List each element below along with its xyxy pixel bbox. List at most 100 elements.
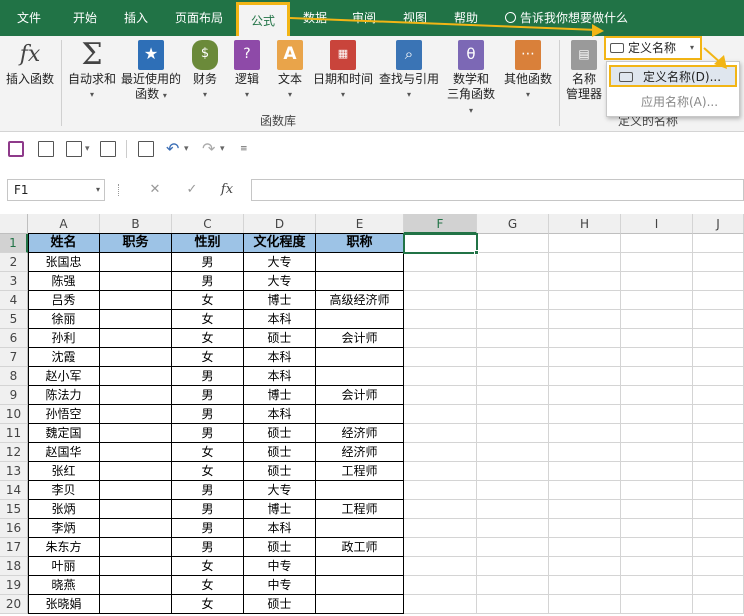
row-header[interactable]: 19 — [0, 576, 28, 595]
cell-e11[interactable]: 经济师 — [316, 424, 404, 443]
cell-j20[interactable] — [693, 595, 744, 614]
cell-j6[interactable] — [693, 329, 744, 348]
cell-d20[interactable]: 硕士 — [244, 595, 316, 614]
column-header-h[interactable]: H — [549, 214, 621, 234]
insert-function-button[interactable]: fx 插入函数 — [4, 40, 56, 87]
cell-e3[interactable] — [316, 272, 404, 291]
cell-b14[interactable] — [100, 481, 172, 500]
cell-j9[interactable] — [693, 386, 744, 405]
cell-i16[interactable] — [621, 519, 693, 538]
cell-c3[interactable]: 男 — [172, 272, 244, 291]
cell-e18[interactable] — [316, 557, 404, 576]
formula-input[interactable] — [251, 179, 744, 201]
cell-g8[interactable] — [477, 367, 549, 386]
cell-f6[interactable] — [404, 329, 477, 348]
cell-h20[interactable] — [549, 595, 621, 614]
cell-a1[interactable]: 姓名 — [28, 234, 100, 253]
cell-f17[interactable] — [404, 538, 477, 557]
cell-e7[interactable] — [316, 348, 404, 367]
cell-d9[interactable]: 博士 — [244, 386, 316, 405]
cell-h7[interactable] — [549, 348, 621, 367]
row-header[interactable]: 10 — [0, 405, 28, 424]
cell-i1[interactable] — [621, 234, 693, 253]
cell-f5[interactable] — [404, 310, 477, 329]
cell-d10[interactable]: 本科 — [244, 405, 316, 424]
autosum-button[interactable]: Σ 自动求和 ▾ — [66, 40, 118, 102]
cell-e19[interactable] — [316, 576, 404, 595]
cell-j1[interactable] — [693, 234, 744, 253]
cell-g15[interactable] — [477, 500, 549, 519]
cell-g6[interactable] — [477, 329, 549, 348]
cell-c2[interactable]: 男 — [172, 253, 244, 272]
cell-e13[interactable]: 工程师 — [316, 462, 404, 481]
row-header[interactable]: 15 — [0, 500, 28, 519]
cell-g19[interactable] — [477, 576, 549, 595]
cell-d3[interactable]: 大专 — [244, 272, 316, 291]
save-icon[interactable] — [8, 141, 24, 157]
cell-b18[interactable] — [100, 557, 172, 576]
cell-g9[interactable] — [477, 386, 549, 405]
cell-a12[interactable]: 赵国华 — [28, 443, 100, 462]
cell-a20[interactable]: 张晓娟 — [28, 595, 100, 614]
fx-icon[interactable]: fx — [216, 179, 238, 201]
clipboard-icon[interactable] — [100, 141, 116, 157]
chevron-down-icon[interactable]: ▾ — [220, 144, 236, 160]
cell-b5[interactable] — [100, 310, 172, 329]
cell-a19[interactable]: 晓燕 — [28, 576, 100, 595]
more-functions-button[interactable]: ⋯ 其他函数 ▾ — [502, 40, 554, 102]
row-header[interactable]: 9 — [0, 386, 28, 405]
cell-i14[interactable] — [621, 481, 693, 500]
cell-b12[interactable] — [100, 443, 172, 462]
cell-d13[interactable]: 硕士 — [244, 462, 316, 481]
cell-g18[interactable] — [477, 557, 549, 576]
cell-h1[interactable] — [549, 234, 621, 253]
cell-a4[interactable]: 吕秀 — [28, 291, 100, 310]
column-header-e[interactable]: E — [316, 214, 404, 234]
cell-c15[interactable]: 男 — [172, 500, 244, 519]
worksheet-grid[interactable]: A B C D E F G H I J 1 姓名 职务 性别 文化程度 职称 2 张国忠男大专… — [0, 214, 744, 616]
cell-b4[interactable] — [100, 291, 172, 310]
cell-a18[interactable]: 叶丽 — [28, 557, 100, 576]
cell-d19[interactable]: 中专 — [244, 576, 316, 595]
select-all-corner[interactable] — [0, 214, 28, 234]
cell-f10[interactable] — [404, 405, 477, 424]
cell-d15[interactable]: 博士 — [244, 500, 316, 519]
cell-c20[interactable]: 女 — [172, 595, 244, 614]
cell-f18[interactable] — [404, 557, 477, 576]
cell-i9[interactable] — [621, 386, 693, 405]
cell-j15[interactable] — [693, 500, 744, 519]
cell-a13[interactable]: 张红 — [28, 462, 100, 481]
cell-j18[interactable] — [693, 557, 744, 576]
cell-b9[interactable] — [100, 386, 172, 405]
cell-e1[interactable]: 职称 — [316, 234, 404, 253]
cell-h14[interactable] — [549, 481, 621, 500]
cell-a5[interactable]: 徐丽 — [28, 310, 100, 329]
cell-j14[interactable] — [693, 481, 744, 500]
column-header-d[interactable]: D — [244, 214, 316, 234]
cell-i6[interactable] — [621, 329, 693, 348]
row-header[interactable]: 17 — [0, 538, 28, 557]
cell-e14[interactable] — [316, 481, 404, 500]
cell-d8[interactable]: 本科 — [244, 367, 316, 386]
tab-formulas[interactable]: 公式 — [236, 2, 290, 36]
cell-b8[interactable] — [100, 367, 172, 386]
column-header-g[interactable]: G — [477, 214, 549, 234]
cell-a15[interactable]: 张炳 — [28, 500, 100, 519]
column-header-a[interactable]: A — [28, 214, 100, 234]
row-header[interactable]: 2 — [0, 253, 28, 272]
cell-h18[interactable] — [549, 557, 621, 576]
cell-e12[interactable]: 经济师 — [316, 443, 404, 462]
cell-g7[interactable] — [477, 348, 549, 367]
cell-g4[interactable] — [477, 291, 549, 310]
cell-a9[interactable]: 陈法力 — [28, 386, 100, 405]
row-header[interactable]: 16 — [0, 519, 28, 538]
cell-j12[interactable] — [693, 443, 744, 462]
cell-e6[interactable]: 会计师 — [316, 329, 404, 348]
cell-b17[interactable] — [100, 538, 172, 557]
cell-d11[interactable]: 硕士 — [244, 424, 316, 443]
cell-j17[interactable] — [693, 538, 744, 557]
chevron-down-icon[interactable]: ▾ — [85, 144, 101, 160]
cell-h3[interactable] — [549, 272, 621, 291]
cell-j2[interactable] — [693, 253, 744, 272]
cell-f3[interactable] — [404, 272, 477, 291]
